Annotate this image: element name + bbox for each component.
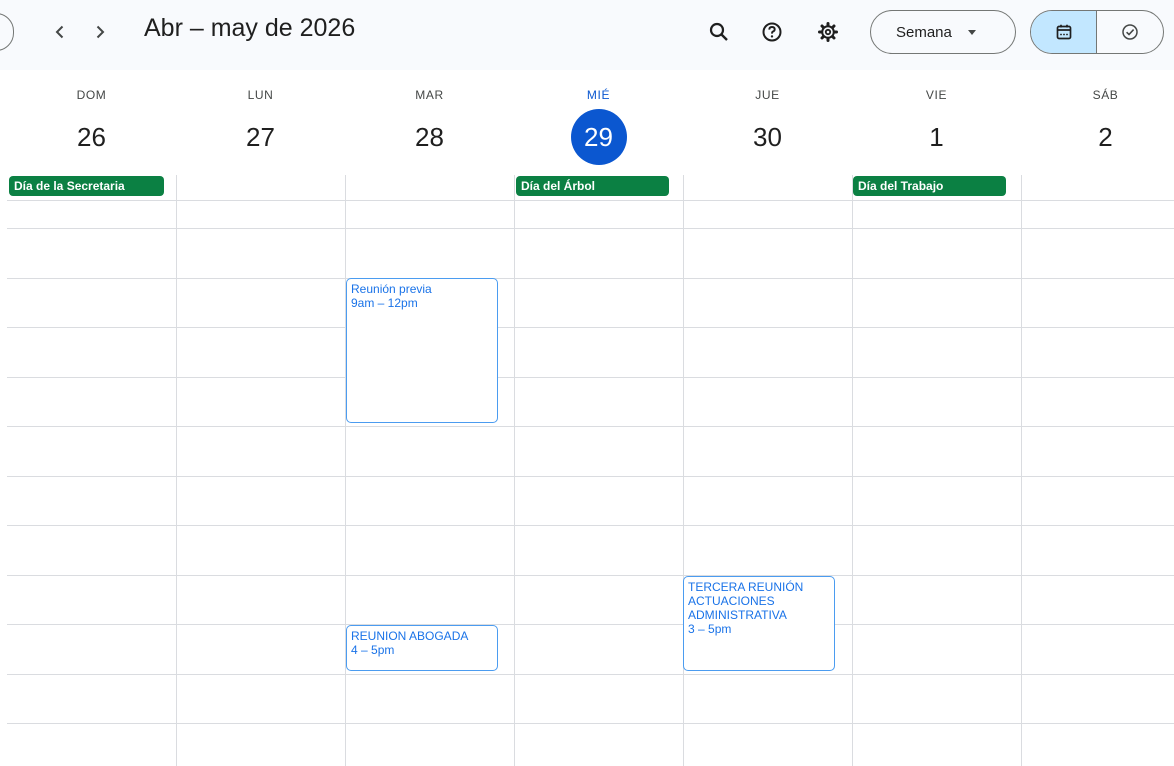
event-title: TERCERA REUNIÓN ACTUACIONES ADMINISTRATI… xyxy=(688,580,804,622)
day-header-fri[interactable]: VIE 1 xyxy=(852,70,1021,172)
check-circle-icon xyxy=(1122,24,1138,40)
day-column-divider xyxy=(514,175,515,766)
hour-line xyxy=(7,476,1174,477)
day-column-divider xyxy=(1021,175,1022,766)
hour-line xyxy=(7,377,1174,378)
hour-line xyxy=(7,426,1174,427)
day-header-tue[interactable]: MAR 28 xyxy=(345,70,514,172)
tasks-view-button[interactable] xyxy=(1097,11,1163,53)
previous-week-button[interactable] xyxy=(44,16,76,48)
event-title: REUNION ABOGADA xyxy=(351,629,469,643)
hour-line xyxy=(7,327,1174,328)
day-of-week-label: SÁB xyxy=(1092,88,1119,102)
help-button[interactable] xyxy=(756,16,788,48)
chevron-right-icon xyxy=(96,25,105,39)
day-of-week-label: LUN xyxy=(247,88,274,102)
day-column-divider xyxy=(852,175,853,766)
date-range-title: Abr – may de 2026 xyxy=(144,14,356,42)
search-button[interactable] xyxy=(703,16,735,48)
event-card[interactable]: TERCERA REUNIÓN ACTUACIONES ADMINISTRATI… xyxy=(683,576,835,671)
all-day-divider xyxy=(7,200,1174,201)
event-title: Reunión previa xyxy=(351,282,432,296)
hour-line xyxy=(7,228,1174,229)
top-bar: Abr – may de 2026 Semana xyxy=(0,0,1174,70)
all-day-event[interactable]: Día de la Secretaria xyxy=(9,176,164,196)
today-button[interactable] xyxy=(0,13,14,51)
hour-line xyxy=(7,525,1174,526)
gear-icon xyxy=(818,22,838,42)
day-header-mon[interactable]: LUN 27 xyxy=(176,70,345,172)
all-day-event[interactable]: Día del Árbol xyxy=(516,176,669,196)
day-number[interactable]: 26 xyxy=(64,109,120,165)
day-of-week-label: DOM xyxy=(76,88,107,102)
day-number[interactable]: 2 xyxy=(1078,109,1134,165)
next-week-button[interactable] xyxy=(84,16,116,48)
view-selector-label: Semana xyxy=(896,23,952,41)
day-header-sun[interactable]: DOM 26 xyxy=(7,70,176,172)
day-of-week-label: MIÉ xyxy=(586,88,611,102)
hour-line xyxy=(7,624,1174,625)
dropdown-caret-icon xyxy=(967,29,976,35)
calendar-tasks-toggle xyxy=(1030,10,1164,54)
event-time: 4 – 5pm xyxy=(351,643,395,657)
day-header-sat[interactable]: SÁB 2 xyxy=(1021,70,1174,172)
day-column-divider xyxy=(683,175,684,766)
calendar-view-button[interactable] xyxy=(1031,11,1097,53)
day-column-divider xyxy=(176,175,177,766)
day-of-week-label: JUE xyxy=(755,88,780,102)
hour-line xyxy=(7,278,1174,279)
event-card[interactable]: Reunión previa 9am – 12pm xyxy=(346,278,498,423)
help-icon xyxy=(762,22,782,42)
day-number[interactable]: 27 xyxy=(233,109,289,165)
day-of-week-label: VIE xyxy=(925,88,948,102)
day-of-week-label: MAR xyxy=(415,88,444,102)
event-time: 9am – 12pm xyxy=(351,296,418,310)
day-header-wed-today[interactable]: MIÉ 29 xyxy=(514,70,683,172)
hour-line xyxy=(7,723,1174,724)
view-selector[interactable]: Semana xyxy=(870,10,1016,54)
event-card[interactable]: REUNION ABOGADA 4 – 5pm xyxy=(346,625,498,671)
day-number[interactable]: 28 xyxy=(402,109,458,165)
event-time: 3 – 5pm xyxy=(688,622,732,636)
hour-line xyxy=(7,674,1174,675)
settings-button[interactable] xyxy=(812,16,844,48)
hour-line xyxy=(7,575,1174,576)
day-column-divider xyxy=(345,175,346,766)
day-number[interactable]: 1 xyxy=(909,109,965,165)
search-icon xyxy=(709,22,728,41)
day-number[interactable]: 30 xyxy=(740,109,796,165)
day-header-thu[interactable]: JUE 30 xyxy=(683,70,852,172)
chevron-left-icon xyxy=(55,25,64,39)
calendar-icon xyxy=(1056,24,1071,40)
all-day-event[interactable]: Día del Trabajo xyxy=(853,176,1006,196)
day-number-today[interactable]: 29 xyxy=(570,109,627,165)
